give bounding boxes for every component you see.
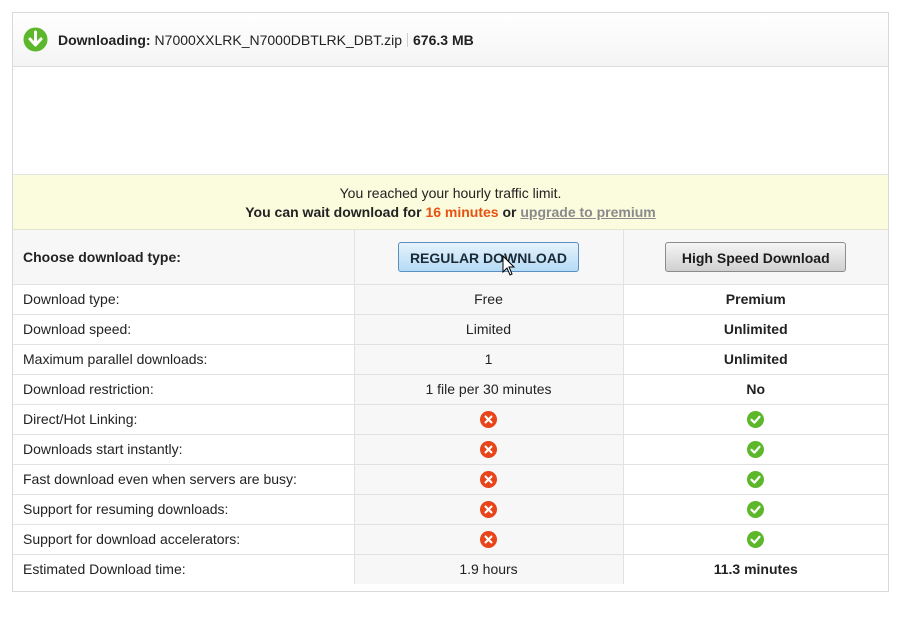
feature-label: Download restriction: — [13, 374, 354, 405]
feature-label: Maximum parallel downloads: — [13, 344, 354, 375]
cross-icon — [480, 530, 497, 548]
premium-download-cell: High Speed Download — [622, 230, 888, 285]
check-icon — [747, 470, 765, 488]
free-value: 1.9 hours — [353, 554, 623, 584]
wait-message: You can wait download for 16 minutes or … — [13, 204, 888, 220]
regular-download-button[interactable]: REGULAR DOWNLOAD — [398, 241, 579, 272]
free-value — [353, 404, 623, 435]
check-icon — [747, 410, 765, 428]
feature-label: Download speed: — [13, 314, 354, 345]
table-row: Direct/Hot Linking: — [13, 404, 888, 435]
table-header-row: Choose download type: REGULAR DOWNLOAD H… — [13, 230, 888, 285]
premium-value: Premium — [622, 284, 888, 315]
feature-label: Downloads start instantly: — [13, 434, 354, 465]
download-header: Downloading: N7000XXLRK_N7000DBTLRK_DBT.… — [13, 13, 888, 67]
free-value: Free — [353, 284, 623, 315]
wait-or: or — [502, 204, 517, 220]
premium-value: Unlimited — [622, 344, 888, 375]
wait-time: 16 minutes — [425, 204, 499, 220]
cross-icon — [480, 500, 497, 518]
premium-value — [622, 524, 888, 555]
choose-download-type-label: Choose download type: — [13, 230, 354, 285]
traffic-limit-notice: You reached your hourly traffic limit. Y… — [13, 175, 888, 230]
table-row: Download restriction: 1 file per 30 minut… — [13, 374, 888, 405]
downloading-label: Downloading: — [58, 31, 151, 48]
table-row: Download type: Free Premium — [13, 284, 888, 315]
free-value — [353, 524, 623, 555]
premium-value — [622, 464, 888, 495]
free-value: 1 — [353, 344, 623, 375]
download-panel: Downloading: N7000XXLRK_N7000DBTLRK_DBT.… — [12, 12, 889, 592]
free-value — [353, 464, 623, 495]
premium-value — [622, 434, 888, 465]
wait-prefix: You can wait download for — [245, 204, 422, 220]
cross-icon — [480, 410, 497, 428]
feature-label: Support for download accelerators: — [13, 524, 354, 555]
header-divider — [407, 32, 409, 47]
cross-icon — [480, 440, 497, 458]
blank-banner-area — [13, 67, 888, 175]
check-icon — [747, 440, 765, 458]
feature-label: Estimated Download time: — [23, 561, 186, 578]
free-value — [353, 494, 623, 525]
feature-label: Download type: — [13, 284, 354, 315]
traffic-limit-message: You reached your hourly traffic limit. — [339, 185, 562, 201]
file-name: N7000XXLRK_N7000DBTLRK_DBT.zip — [154, 31, 403, 48]
premium-value — [622, 494, 888, 525]
table-row: Estimated Download time: 1.9 hours 11.3 mi… — [13, 554, 888, 584]
regular-download-cell: REGULAR DOWNLOAD — [353, 230, 623, 285]
check-icon — [747, 530, 765, 548]
free-value — [353, 434, 623, 465]
premium-value: No — [622, 374, 888, 405]
file-size: 676.3 MB — [413, 31, 474, 48]
table-row: Maximum parallel downloads: 1 Unlimited — [13, 344, 888, 375]
feature-label: Fast download even when servers are busy… — [13, 464, 354, 495]
premium-value — [622, 404, 888, 435]
feature-label: Direct/Hot Linking: — [13, 404, 354, 435]
table-row: Support for download accelerators: — [13, 524, 888, 555]
high-speed-download-button[interactable]: High Speed Download — [665, 241, 847, 272]
premium-value: 11.3 minutes — [622, 554, 888, 584]
download-comparison-table: Choose download type: REGULAR DOWNLOAD H… — [13, 230, 888, 584]
cross-icon — [480, 470, 497, 488]
download-arrow-icon — [23, 27, 48, 52]
table-row: Downloads start instantly: — [13, 434, 888, 465]
free-value: Limited — [353, 314, 623, 345]
premium-value: Unlimited — [622, 314, 888, 345]
feature-label: Support for resuming downloads: — [13, 494, 354, 525]
table-row: Fast download even when servers are busy… — [13, 464, 888, 495]
upgrade-to-premium-link[interactable]: upgrade to premium — [520, 204, 655, 220]
check-icon — [747, 500, 765, 518]
table-row: Support for resuming downloads: — [13, 494, 888, 525]
free-value: 1 file per 30 minutes — [353, 374, 623, 405]
table-row: Download speed: Limited Unlimited — [13, 314, 888, 345]
